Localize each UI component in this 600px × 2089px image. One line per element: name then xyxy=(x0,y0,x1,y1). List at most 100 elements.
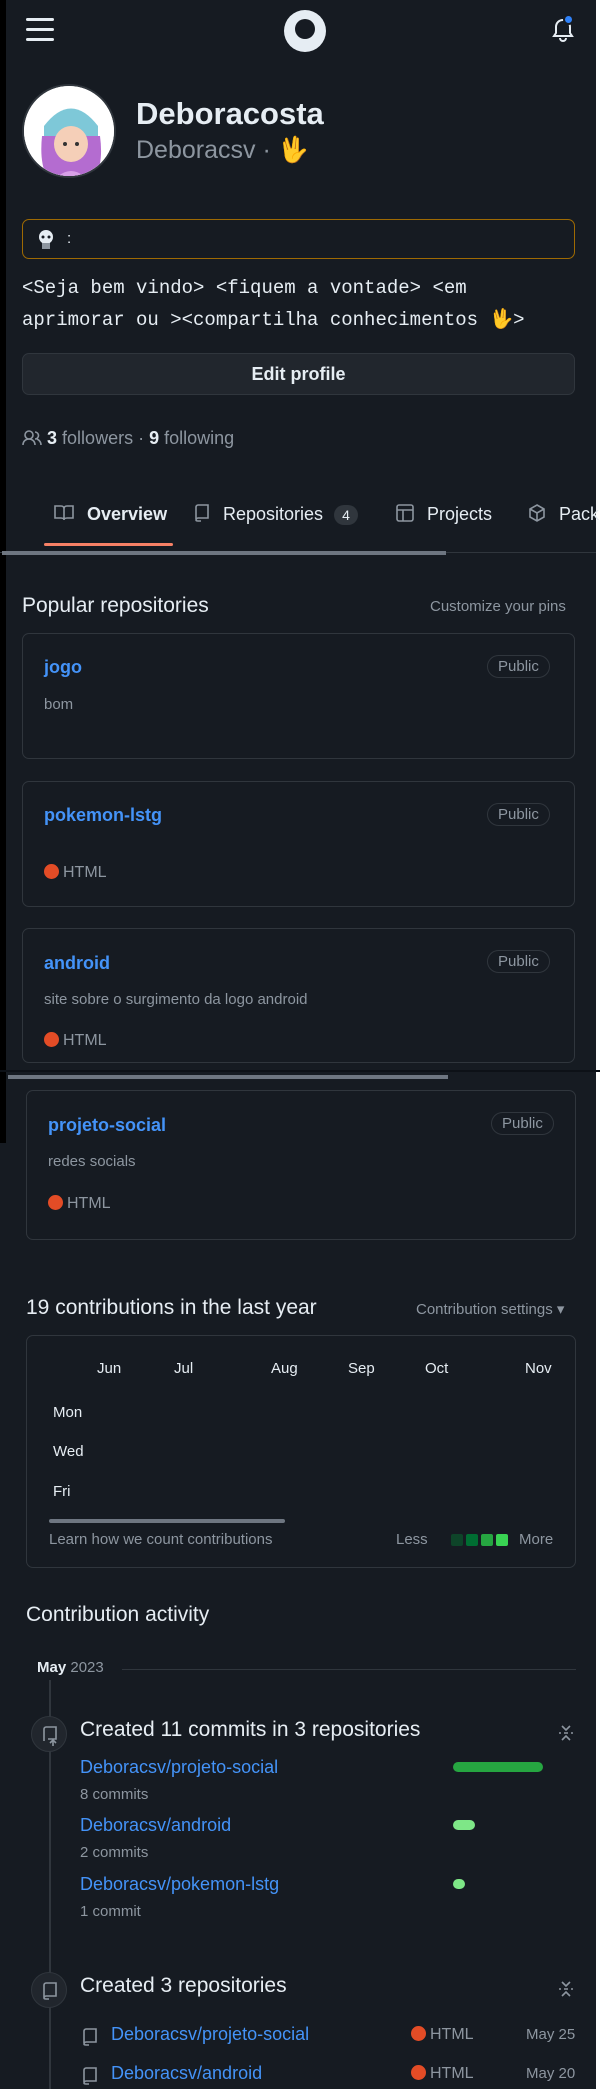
legend-less-label: Less xyxy=(396,1531,428,1548)
followers-row: 3 followers · 9 following xyxy=(22,428,234,449)
github-logo[interactable] xyxy=(284,10,326,52)
menu-icon[interactable] xyxy=(26,18,54,48)
commit-count: 8 commits xyxy=(80,1786,149,1803)
octocat-icon xyxy=(35,228,57,250)
legend-square xyxy=(481,1534,493,1546)
created-date: May 20 xyxy=(526,2065,576,2082)
status-separator: · xyxy=(262,136,271,164)
repo-description: redes socials xyxy=(48,1153,136,1170)
collapse-icon[interactable] xyxy=(557,1979,575,1999)
repo-push-icon xyxy=(31,1716,67,1752)
following-label[interactable]: following xyxy=(164,428,234,448)
profile-username: Deboracsv xyxy=(136,136,256,164)
month-label: Oct xyxy=(425,1360,449,1377)
created-repo-link[interactable]: Deboracsv/android xyxy=(111,2063,262,2084)
language-label: HTML xyxy=(430,2026,474,2043)
repo-card: android Public site sobre o surgimento d… xyxy=(22,928,575,1063)
commit-repo-link[interactable]: Deboracsv/projeto-social xyxy=(80,1757,278,1778)
day-label: Fri xyxy=(53,1483,71,1500)
calendar-scrollbar[interactable] xyxy=(49,1519,285,1523)
horizontal-scrollbar[interactable] xyxy=(8,1075,448,1079)
status-text: : xyxy=(67,230,72,247)
table-icon xyxy=(396,504,416,527)
month-label: Nov xyxy=(525,1360,552,1377)
repo-description: bom xyxy=(44,696,74,713)
month-label: Sep xyxy=(348,1360,375,1377)
repo-card: projeto-social Public redes socials HTML xyxy=(26,1090,576,1240)
month-label: Jul xyxy=(174,1360,194,1377)
notification-indicator xyxy=(563,14,574,25)
tab-packages[interactable]: Pack xyxy=(528,504,599,527)
day-label: Mon xyxy=(53,1404,83,1421)
avatar[interactable] xyxy=(22,84,116,178)
tab-underline xyxy=(44,543,173,546)
visibility-badge: Public xyxy=(487,655,550,678)
repo-description: site sobre o surgimento da logo android xyxy=(44,991,308,1008)
commit-bar xyxy=(453,1879,465,1889)
repo-name-link[interactable]: android xyxy=(44,953,110,974)
repo-name-link[interactable]: pokemon-lstg xyxy=(44,805,162,826)
repo-language: HTML xyxy=(411,2065,474,2083)
tab-overview[interactable]: Overview xyxy=(54,504,167,527)
activity-year: 2023 xyxy=(70,1659,104,1676)
following-separator: · xyxy=(138,428,145,448)
repo-name-link[interactable]: jogo xyxy=(44,657,82,678)
legend-square xyxy=(451,1534,463,1546)
repo-language: HTML xyxy=(48,1195,111,1213)
commit-repo-link[interactable]: Deboracsv/android xyxy=(80,1815,231,1836)
repo-icon xyxy=(82,2028,98,2051)
tab-repositories[interactable]: Repositories 4 xyxy=(194,504,358,527)
language-color-dot xyxy=(411,2065,426,2080)
profile-bio: <Seja bem vindo> <fiquem a vontade> <em … xyxy=(22,277,525,331)
contributions-title: 19 contributions in the last year xyxy=(26,1296,317,1319)
following-count[interactable]: 9 xyxy=(149,428,159,448)
language-color-dot xyxy=(48,1195,63,1210)
people-icon xyxy=(22,430,42,446)
horizontal-scrollbar[interactable] xyxy=(2,551,446,555)
edit-profile-button[interactable]: Edit profile xyxy=(22,353,575,395)
contribution-legend xyxy=(451,1532,511,1550)
customize-pins-link[interactable]: Customize your pins xyxy=(430,598,566,615)
month-divider xyxy=(122,1669,576,1670)
repo-icon xyxy=(194,504,212,527)
profile-name: Deboracosta xyxy=(136,96,324,131)
visibility-badge: Public xyxy=(487,803,550,826)
language-label: HTML xyxy=(430,2065,474,2082)
legend-square xyxy=(466,1534,478,1546)
repo-icon xyxy=(31,1972,67,2008)
commit-bar xyxy=(453,1762,543,1772)
commit-repo-link[interactable]: Deboracsv/pokemon-lstg xyxy=(80,1874,279,1895)
language-label: HTML xyxy=(67,1195,111,1212)
day-label: Wed xyxy=(53,1443,84,1460)
commits-summary-title: Created 11 commits in 3 repositories xyxy=(80,1718,421,1741)
language-color-dot xyxy=(411,2026,426,2041)
created-date: May 25 xyxy=(526,2026,576,2043)
legend-square xyxy=(496,1534,508,1546)
tab-repositories-label: Repositories xyxy=(223,504,324,524)
repo-name-link[interactable]: projeto-social xyxy=(48,1115,166,1136)
repo-card: pokemon-lstg Public HTML xyxy=(22,781,575,907)
followers-count[interactable]: 3 xyxy=(47,428,57,448)
month-label: Jun xyxy=(97,1360,122,1377)
status-card[interactable]: : xyxy=(22,219,575,259)
status-emoji: 🖖 xyxy=(277,136,309,164)
language-label: HTML xyxy=(63,1032,107,1049)
tab-projects-label: Projects xyxy=(427,504,493,524)
language-color-dot xyxy=(44,1032,59,1047)
repo-language: HTML xyxy=(411,2026,474,2044)
visibility-badge: Public xyxy=(491,1112,554,1135)
collapse-icon[interactable] xyxy=(557,1723,575,1743)
visibility-badge: Public xyxy=(487,950,550,973)
repo-card: jogo Public bom xyxy=(22,633,575,759)
contribution-calendar: Jun Jul Aug Sep Oct Nov Mon Wed Fri Lear… xyxy=(26,1335,576,1568)
contribution-settings-dropdown[interactable]: Contribution settings ▾ xyxy=(416,1300,564,1318)
learn-contributions-link[interactable]: Learn how we count contributions xyxy=(49,1531,272,1548)
tab-projects[interactable]: Projects xyxy=(396,504,492,527)
commit-count: 1 commit xyxy=(80,1903,141,1920)
activity-title: Contribution activity xyxy=(26,1603,210,1626)
activity-month-header: May 2023 xyxy=(37,1659,104,1676)
created-repo-link[interactable]: Deboracsv/projeto-social xyxy=(111,2024,309,2045)
followers-label[interactable]: followers xyxy=(62,428,133,448)
activity-month: May xyxy=(37,1659,67,1676)
book-icon xyxy=(54,504,74,527)
